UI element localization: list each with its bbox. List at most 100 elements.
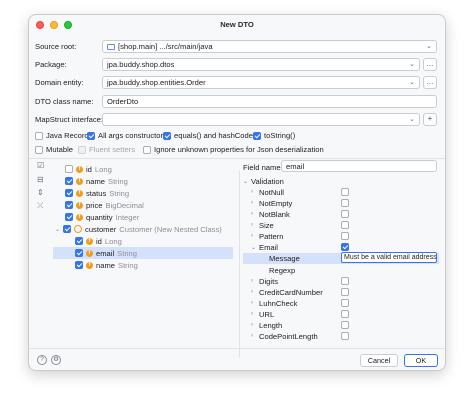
check-all-icon[interactable]: ☑ [37,161,44,170]
tree-row-selected[interactable]: f email String [53,247,233,259]
validation-item-email[interactable]: ⌄ Email [243,242,439,252]
validation-item[interactable]: › CodePointLength [243,331,439,341]
validation-checkbox[interactable] [341,277,349,285]
tree-checkbox[interactable] [65,177,73,185]
message-input[interactable]: Must be a valid email address [341,252,437,263]
tree-checkbox[interactable] [65,201,73,209]
tree-row[interactable]: f name String [65,175,128,187]
tree-row[interactable]: f id Long [65,163,112,175]
option-mutable[interactable]: Mutable [35,145,73,154]
validation-checkbox[interactable] [341,199,349,207]
validation-item[interactable]: › NotBlank [243,209,439,219]
validation-item[interactable]: › Length [243,320,439,330]
validation-item-label: Email [259,242,278,252]
chevron-down-icon[interactable]: ⌄ [55,226,60,233]
domain-entity-browse-button[interactable]: ... [423,76,437,89]
field-name-input[interactable]: email [281,160,437,172]
validation-item[interactable]: › CreditCardNumber [243,287,439,297]
validation-checkbox[interactable] [341,221,349,229]
minimize-window-button[interactable] [50,21,58,29]
validation-item[interactable]: › Size [243,220,439,230]
validation-checkbox[interactable] [341,321,349,329]
tree-row[interactable]: f name String [75,259,138,271]
field-name-value: email [286,161,305,171]
mapstruct-interface-label: MapStruct interface: [35,115,103,124]
validation-message-row[interactable]: Message Must be a valid email address [243,252,439,264]
uncheck-all-icon[interactable]: ⊟ [37,175,44,184]
option-equals-hashcode[interactable]: equals() and hashCode() [163,131,258,140]
close-window-button[interactable] [36,21,44,29]
package-combo[interactable]: jpa.buddy.shop.dtos ⌄ [102,58,420,71]
folder-icon [107,43,115,50]
help-icon[interactable]: ? [37,355,47,365]
validation-item[interactable]: › NotEmpty [243,198,439,208]
validation-item-label: Message [269,254,300,263]
ignore-unknown-properties-checkbox[interactable] [143,145,151,154]
option-ignore-unknown-properties[interactable]: Ignore unknown properties for Json deser… [143,145,324,154]
field-icon: f [76,165,83,173]
mutable-checkbox[interactable] [35,145,43,154]
source-root-label: Source root: [35,42,77,51]
mapstruct-interface-combo[interactable]: ⌄ [102,113,420,126]
tree-row[interactable]: f quantity Integer [65,211,139,223]
tree-field-name: customer [85,224,117,234]
tree-row-customer[interactable]: ⌄ customer Customer (New Nested Class) [55,223,222,235]
tree-row[interactable]: f id Long [75,235,122,247]
all-args-constructor-checkbox[interactable] [87,131,95,140]
collapse-all-icon[interactable]: ⤫ [37,201,43,211]
validation-checkbox[interactable] [341,310,349,318]
chevron-right-icon: › [251,300,253,306]
settings-icon[interactable]: ⚙ [51,355,61,365]
tree-checkbox[interactable] [75,249,83,257]
validation-checkbox[interactable] [341,299,349,307]
maximize-window-button[interactable] [64,21,72,29]
validation-item[interactable]: › LuhnCheck [243,298,439,308]
validation-checkbox[interactable] [341,288,349,296]
equals-hashcode-checkbox[interactable] [163,131,171,140]
java-record-checkbox[interactable] [35,131,43,140]
tostring-checkbox[interactable] [253,131,261,140]
validation-checkbox[interactable] [341,188,349,196]
tree-field-name: id [96,236,102,246]
option-tostring[interactable]: toString() [253,131,295,140]
option-all-args-constructor[interactable]: All args constructor [87,131,163,140]
tree-field-name: email [96,248,115,258]
validation-checkbox[interactable] [341,332,349,340]
tree-row[interactable]: f status String [65,187,129,199]
package-browse-button[interactable]: ... [423,58,437,71]
ok-button[interactable]: OK [404,354,438,367]
option-java-record[interactable]: Java Record [35,131,89,140]
validation-checkbox[interactable] [341,210,349,218]
validation-checkbox[interactable] [341,232,349,240]
expand-collapse-icon[interactable]: ⇕ [37,188,44,197]
tree-checkbox[interactable] [65,165,73,173]
validation-item-label: LuhnCheck [259,298,298,308]
validation-item-label: Regexp [269,265,296,275]
mutable-label: Mutable [46,145,74,154]
tree-checkbox[interactable] [65,213,73,221]
validation-item[interactable]: › URL [243,309,439,319]
tree-row[interactable]: f price BigDecimal [65,199,144,211]
mapstruct-add-button[interactable]: + [423,113,437,126]
dto-class-name-input[interactable]: OrderDto [102,95,437,108]
validation-item[interactable]: › Pattern [243,231,439,241]
tree-field-type: Long [104,236,122,246]
validation-item[interactable]: › Digits [243,276,439,286]
tree-checkbox[interactable] [75,261,83,269]
ignore-unknown-properties-label: Ignore unknown properties for Json deser… [154,145,324,154]
all-args-constructor-label: All args constructor [98,131,163,140]
chevron-right-icon: › [251,222,253,228]
chevron-down-icon: ⌄ [409,79,415,86]
domain-entity-combo[interactable]: jpa.buddy.shop.entities.Order ⌄ [102,76,420,89]
window-controls [36,21,72,29]
cancel-button[interactable]: Cancel [360,354,398,367]
validation-label: Validation [251,176,284,186]
tree-checkbox[interactable] [75,237,83,245]
validation-checkbox[interactable] [341,243,349,251]
validation-regexp-row[interactable]: Regexp [243,265,439,275]
tree-checkbox[interactable] [63,225,72,233]
validation-item[interactable]: › NotNull [243,187,439,197]
validation-group[interactable]: ⌄ Validation [243,176,439,186]
source-root-combo[interactable]: [shop.main] .../src/main/java ⌄ [102,40,437,53]
tree-checkbox[interactable] [65,189,73,197]
